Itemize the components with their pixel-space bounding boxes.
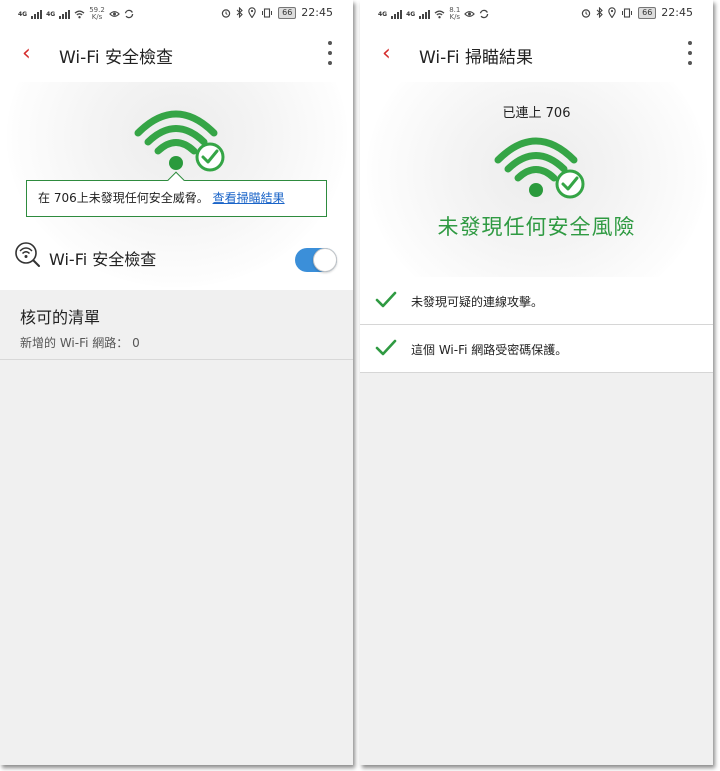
- sync-icon: [480, 9, 489, 19]
- toggle-knob: [313, 248, 337, 272]
- eye-icon: [464, 11, 476, 17]
- sync-icon: [124, 9, 134, 19]
- approved-list-subtitle: 新增的 Wi-Fi 網路： 0: [20, 336, 140, 350]
- network-type-label: 4G: [406, 10, 416, 18]
- page-title: Wi-Fi 安全檢查: [59, 48, 173, 68]
- result-text: 未發現可疑的連線攻擊。: [411, 295, 544, 309]
- eye-icon: [108, 11, 120, 17]
- phone-screen-scan-results: 4G 4G 8.1 K/s 66 22:45 ‹ Wi-Fi 掃瞄結果 已連上 …: [360, 0, 713, 765]
- page-title: Wi-Fi 掃瞄結果: [419, 48, 533, 68]
- wifi-security-check-label: Wi-Fi 安全檢查: [49, 250, 157, 269]
- app-bar: ‹ Wi-Fi 掃瞄結果: [360, 26, 713, 82]
- chevron-left-icon[interactable]: ‹: [22, 41, 31, 66]
- wifi-security-check-row[interactable]: Wi-Fi 安全檢查: [0, 227, 353, 290]
- wifi-check-icon: [134, 110, 225, 172]
- status-bar: 4G 4G 8.1 K/s 66 22:45: [360, 0, 713, 26]
- checkmark-icon: [375, 291, 397, 308]
- screenshot-canvas: 4G 4G 59.2 K/s 66 22:45 ‹ Wi-Fi 安全檢查 在 7…: [0, 0, 720, 771]
- wifi-check-icon: [494, 137, 585, 199]
- list-item: 這個 Wi-Fi 網路受密碼保護。: [360, 325, 713, 373]
- location-icon: [608, 7, 616, 18]
- network-type-label: 4G: [18, 10, 28, 18]
- list-item: 未發現可疑的連線攻擊。: [360, 277, 713, 325]
- chevron-left-icon[interactable]: ‹: [382, 41, 391, 66]
- alarm-icon: [221, 8, 231, 18]
- signal-icon: [31, 9, 43, 19]
- bluetooth-icon: [596, 7, 603, 18]
- scan-summary-callout: 在 706上未發現任何安全威脅。 查看掃瞄結果: [26, 171, 327, 217]
- wifi-security-check-toggle[interactable]: [295, 248, 337, 272]
- vibrate-icon: [262, 7, 273, 18]
- signal-icon: [59, 9, 71, 19]
- wifi-search-icon: [15, 242, 40, 267]
- status-left-group: 4G 4G 8.1 K/s: [378, 7, 489, 21]
- status-right-group: 66 22:45: [581, 6, 693, 19]
- more-vertical-icon[interactable]: [687, 41, 693, 65]
- security-status-panel: 在 706上未發現任何安全威脅。 查看掃瞄結果 Wi-Fi 安全檢查: [0, 82, 353, 290]
- signal-icon: [419, 9, 431, 19]
- connected-network-label: 已連上 706: [502, 106, 571, 121]
- signal-icon: [391, 9, 403, 19]
- callout-text: 在 706上未發現任何安全威脅。: [38, 191, 209, 205]
- status-right-group: 66 22:45: [221, 6, 333, 19]
- more-vertical-icon[interactable]: [327, 41, 333, 65]
- checkmark-icon: [375, 339, 397, 356]
- phone-screen-security-check: 4G 4G 59.2 K/s 66 22:45 ‹ Wi-Fi 安全檢查 在 7…: [0, 0, 353, 765]
- view-scan-results-link[interactable]: 查看掃瞄結果: [213, 191, 285, 205]
- approved-list-title: 核可的清單: [20, 308, 101, 327]
- alarm-icon: [581, 8, 591, 18]
- status-left-group: 4G 4G 59.2 K/s: [18, 7, 134, 21]
- vibrate-icon: [622, 7, 633, 18]
- app-bar: ‹ Wi-Fi 安全檢查: [0, 26, 353, 82]
- wifi-status-icon: [74, 9, 85, 18]
- network-speed: 8.1 K/s: [449, 6, 461, 21]
- network-type-label: 4G: [46, 10, 56, 18]
- scan-result-panel: 已連上 706 未發現任何安全風險: [360, 82, 713, 277]
- battery-indicator: 66: [278, 6, 297, 19]
- clock-time: 22:45: [301, 6, 333, 19]
- scan-results-list: 未發現可疑的連線攻擊。 這個 Wi-Fi 網路受密碼保護。: [360, 277, 713, 373]
- bluetooth-icon: [236, 7, 243, 18]
- status-bar: 4G 4G 59.2 K/s 66 22:45: [0, 0, 353, 26]
- result-text: 這個 Wi-Fi 網路受密碼保護。: [411, 343, 568, 357]
- location-icon: [248, 7, 256, 18]
- network-type-label: 4G: [378, 10, 388, 18]
- battery-indicator: 66: [638, 6, 657, 19]
- network-speed: 59.2 K/s: [89, 6, 105, 21]
- approved-list-section[interactable]: 核可的清單 新增的 Wi-Fi 網路： 0: [0, 290, 353, 360]
- clock-time: 22:45: [661, 6, 693, 19]
- scan-headline: 未發現任何安全風險: [437, 215, 636, 239]
- wifi-status-icon: [434, 9, 445, 18]
